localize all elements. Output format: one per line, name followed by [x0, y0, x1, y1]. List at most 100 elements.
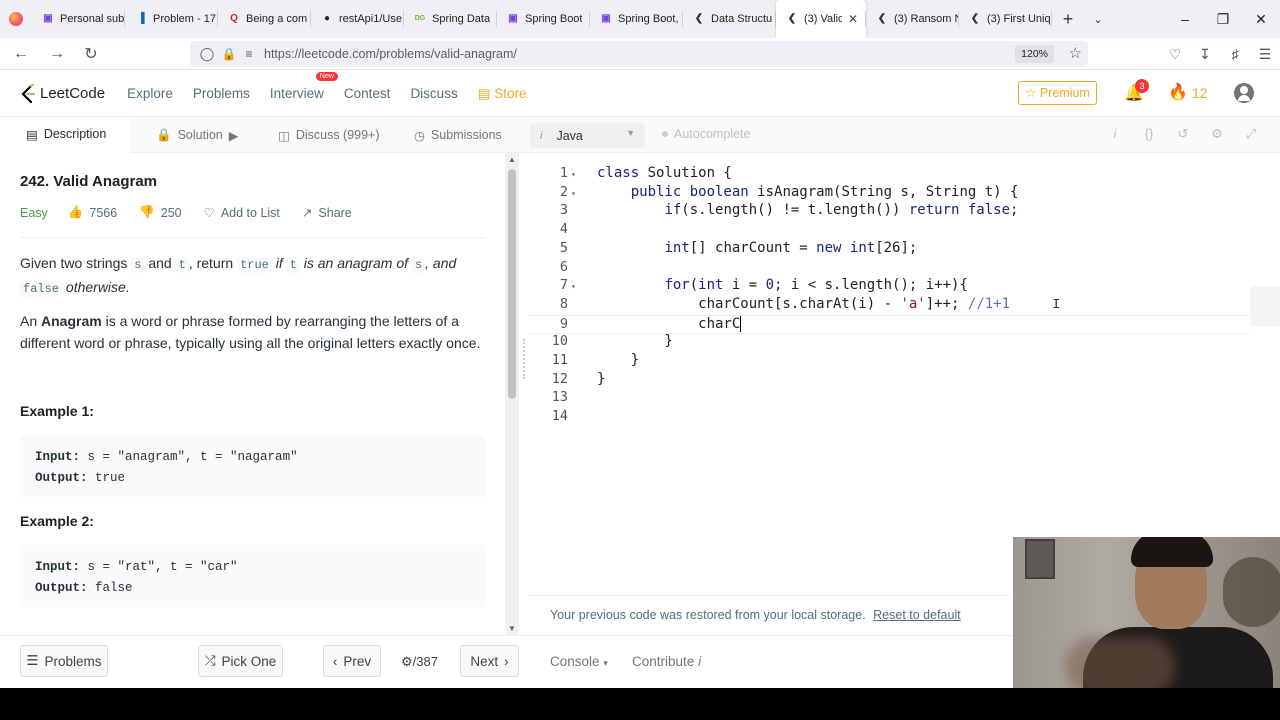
premium-label[interactable]: Premium: [1040, 86, 1090, 100]
panel-splitter[interactable]: [520, 153, 530, 635]
fire-icon[interactable]: 🔥: [1168, 82, 1188, 102]
tab-description-label[interactable]: Description: [44, 127, 107, 141]
language-info-icon[interactable]: i: [540, 130, 542, 142]
browser-tab-label[interactable]: Data Structu: [711, 13, 772, 25]
tab-submissions[interactable]: ◷ Submissions: [414, 117, 502, 153]
nav-interview-label[interactable]: Interview: [270, 86, 324, 101]
next-button[interactable]: Next ›: [460, 645, 519, 677]
browser-tab[interactable]: Q Being a com: [218, 0, 311, 38]
fullscreen-icon[interactable]: ⤢: [1242, 126, 1260, 142]
code-line[interactable]: 5 int[] charCount = new int[26];: [530, 240, 1250, 259]
problems-button[interactable]: ☰ Problems: [20, 645, 108, 677]
browser-tab-label[interactable]: Personal sub: [60, 13, 124, 25]
code-line[interactable]: 2 ▾ public boolean isAnagram(String s, St…: [530, 184, 1250, 203]
browser-tab[interactable]: ❮ (3) First Uniq: [959, 0, 1052, 38]
fold-chevron-icon[interactable]: ▾: [571, 184, 576, 203]
tab-description[interactable]: ▤ Description: [0, 117, 130, 153]
code-line[interactable]: 9 charC: [530, 314, 1250, 334]
code-line[interactable]: 7 ▾ for(int i = 0; i < s.length(); i++){: [530, 277, 1250, 296]
code-line[interactable]: 11 }: [530, 352, 1250, 371]
browser-tab-label[interactable]: (3) First Uniq: [987, 13, 1051, 25]
reset-icon[interactable]: ↺: [1174, 126, 1192, 142]
code-text[interactable]: if(s.length() != t.length()) return fals…: [597, 202, 1018, 218]
console-label[interactable]: Console: [550, 654, 600, 669]
zoom-level[interactable]: 120%: [1015, 45, 1054, 63]
code-text[interactable]: charC: [597, 315, 742, 332]
fold-chevron-icon[interactable]: ▾: [571, 165, 576, 184]
nav-store-label[interactable]: Store: [494, 86, 526, 101]
code-text[interactable]: for(int i = 0; i < s.length(); i++){: [597, 277, 967, 293]
browser-tab-label[interactable]: Being a com: [246, 13, 307, 25]
downloads-icon[interactable]: ↧: [1190, 46, 1220, 63]
info-icon[interactable]: i: [1106, 126, 1124, 142]
menu-icon[interactable]: ☰: [1250, 46, 1280, 63]
browser-tab[interactable]: ● restApi1/Use: [311, 0, 404, 38]
scroll-down-icon[interactable]: ▼: [508, 624, 516, 633]
shield-icon[interactable]: ◯: [194, 46, 220, 62]
nav-explore[interactable]: Explore: [127, 86, 173, 102]
splitter-grip-icon[interactable]: [523, 339, 525, 379]
scroll-up-icon[interactable]: ▲: [508, 155, 516, 164]
pick-one-button[interactable]: ⤮ Pick One: [198, 645, 283, 677]
code-text[interactable]: charCount[s.charAt(i) - 'a']++; //1+1: [597, 296, 1010, 312]
code-text[interactable]: }: [597, 371, 605, 387]
minimize-icon[interactable]: –: [1166, 11, 1204, 28]
description-scrollbar[interactable]: ▲ ▼: [505, 153, 519, 635]
avatar[interactable]: [1234, 83, 1254, 103]
browser-tab[interactable]: ▣ Spring Boot: [497, 0, 590, 38]
code-text[interactable]: int[] charCount = new int[26];: [597, 240, 917, 256]
autocomplete-label[interactable]: Autocomplete: [674, 127, 750, 141]
dislike-button[interactable]: 👎 250: [139, 205, 181, 220]
nav-discuss[interactable]: Discuss: [410, 86, 457, 102]
reload-icon[interactable]: ↻: [76, 44, 106, 64]
tab-discuss-label[interactable]: Discuss (999+): [296, 128, 380, 142]
url-bar[interactable]: ◯ 🔒 ≡ https://leetcode.com/problems/vali…: [190, 41, 1088, 67]
browser-tab[interactable]: ▣ Spring Boot,: [590, 0, 683, 38]
leetcode-logo[interactable]: LeetCode: [20, 83, 105, 104]
restore-icon[interactable]: ❐: [1204, 11, 1242, 28]
share-button[interactable]: ↗ Share: [302, 205, 352, 221]
add-to-list-button[interactable]: ♡ Add to List: [204, 205, 280, 221]
tab-submissions-label[interactable]: Submissions: [431, 128, 502, 142]
back-icon[interactable]: ←: [6, 45, 36, 63]
fold-chevron-icon[interactable]: ▾: [571, 277, 576, 296]
firefox-icon[interactable]: [0, 0, 32, 38]
scrollbar-thumb[interactable]: [508, 169, 516, 399]
share-label[interactable]: Share: [318, 206, 351, 220]
nav-contest[interactable]: Contest: [344, 86, 391, 102]
browser-tab-label[interactable]: (3) Ransom N: [894, 13, 959, 25]
extensions-icon[interactable]: ♯: [1220, 46, 1250, 62]
settings-gear-icon[interactable]: ⚙: [1208, 126, 1226, 142]
code-line[interactable]: 3 if(s.length() != t.length()) return fa…: [530, 202, 1250, 221]
pick-one-label[interactable]: Pick One: [222, 654, 277, 669]
browser-tab-label[interactable]: Spring Data: [432, 13, 490, 25]
nav-problems[interactable]: Problems: [193, 86, 250, 102]
close-window-icon[interactable]: ✕: [1242, 11, 1280, 28]
browser-tab[interactable]: ▐ Problem - 17: [125, 0, 218, 38]
next-label[interactable]: Next: [470, 654, 498, 669]
reset-to-default-link[interactable]: Reset to default: [873, 608, 961, 622]
nav-interview[interactable]: Interview New: [270, 71, 338, 102]
permissions-icon[interactable]: ≡: [238, 47, 260, 61]
browser-tab[interactable]: ❮ (3) Valid A ✕: [776, 0, 866, 38]
browser-tab-label[interactable]: restApi1/Use: [339, 13, 402, 25]
code-line[interactable]: 10 }: [530, 333, 1250, 352]
like-button[interactable]: 👍 7566: [68, 205, 117, 220]
contribute-button[interactable]: Contribute i: [632, 654, 701, 669]
code-text[interactable]: class Solution {: [597, 165, 732, 181]
problem-pager[interactable]: ⚙/387: [401, 654, 438, 670]
list-all-tabs-button[interactable]: ⌄: [1084, 13, 1112, 26]
browser-tab-label[interactable]: (3) Valid A: [804, 13, 842, 25]
bookmark-star-icon[interactable]: ☆: [1069, 44, 1082, 62]
browser-tab[interactable]: ❮ Data Structu: [683, 0, 776, 38]
code-line[interactable]: 12}: [530, 371, 1250, 390]
browser-tab-label[interactable]: Problem - 17: [153, 13, 216, 25]
problems-label[interactable]: Problems: [45, 654, 102, 669]
lock-icon[interactable]: 🔒: [220, 47, 238, 61]
streak-count[interactable]: 12: [1192, 85, 1208, 101]
language-value[interactable]: Java: [556, 129, 582, 143]
code-line[interactable]: 4: [530, 221, 1250, 240]
close-tab-icon[interactable]: ✕: [848, 12, 858, 26]
tab-solution[interactable]: 🔒 Solution ▶: [156, 117, 238, 153]
pocket-icon[interactable]: ♡: [1160, 46, 1190, 63]
